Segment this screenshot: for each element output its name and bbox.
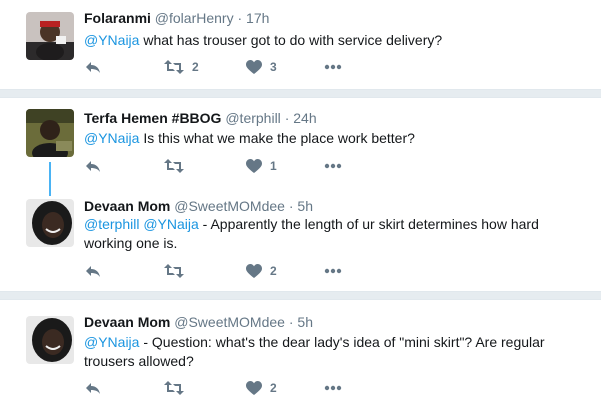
retweet-icon — [164, 264, 184, 278]
heart-icon — [246, 263, 262, 278]
timeline-separator — [0, 89, 601, 98]
tweet-header: Devaan Mom @SweetMOMdee · 5h — [84, 198, 313, 214]
timestamp[interactable]: 17h — [246, 10, 269, 26]
mention-link[interactable]: @YNaija — [143, 216, 198, 232]
separator-dot: · — [288, 198, 294, 214]
avatar[interactable] — [26, 316, 74, 364]
tweet-text: @terphill @YNaija - Apparently the lengt… — [84, 215, 584, 253]
retweet-count: 2 — [192, 60, 199, 74]
timestamp[interactable]: 5h — [297, 198, 313, 214]
reply-button[interactable] — [84, 58, 102, 76]
tweet-text: @YNaija what has trouser got to do with … — [84, 31, 584, 50]
like-button[interactable]: 2 — [246, 262, 277, 280]
heart-icon — [246, 380, 262, 395]
heart-icon — [246, 59, 262, 74]
reply-icon — [86, 62, 100, 73]
tweet-header: Devaan Mom @SweetMOMdee · 5h — [84, 314, 313, 330]
separator-dot: · — [288, 314, 294, 330]
mention-link[interactable]: @YNaija — [84, 130, 139, 146]
tweet-header: Folaranmi @folarHenry · 17h — [84, 10, 269, 26]
retweet-button[interactable] — [164, 157, 192, 175]
display-name[interactable]: Terfa Hemen #BBOG — [84, 110, 221, 126]
more-button[interactable] — [324, 379, 342, 397]
separator-dot: · — [284, 110, 290, 126]
retweet-button[interactable] — [164, 262, 192, 280]
like-button[interactable]: 1 — [246, 157, 277, 175]
mention-link[interactable]: @YNaija — [84, 334, 139, 350]
like-button[interactable]: 2 — [246, 379, 277, 397]
user-handle[interactable]: @folarHenry — [155, 10, 234, 26]
user-handle[interactable]: @SweetMOMdee — [174, 198, 285, 214]
more-button[interactable] — [324, 157, 342, 175]
more-button[interactable] — [324, 58, 342, 76]
more-dots-icon — [324, 163, 342, 169]
more-dots-icon — [324, 268, 342, 274]
like-count: 2 — [270, 264, 277, 278]
user-handle[interactable]: @terphill — [225, 110, 280, 126]
timestamp[interactable]: 24h — [293, 110, 316, 126]
like-count: 2 — [270, 381, 277, 395]
reply-button[interactable] — [84, 157, 102, 175]
tweet[interactable]: Terfa Hemen #BBOG @terphill · 24h @YNaij… — [0, 98, 601, 190]
retweet-icon — [164, 381, 184, 395]
tweet[interactable]: Devaan Mom @SweetMOMdee · 5h @YNaija - Q… — [0, 300, 601, 408]
mention-link[interactable]: @YNaija — [84, 32, 139, 48]
tweet-body: what has trouser got to do with service … — [139, 32, 443, 48]
reply-icon — [86, 266, 100, 277]
timestamp[interactable]: 5h — [297, 314, 313, 330]
user-handle[interactable]: @SweetMOMdee — [174, 314, 285, 330]
avatar[interactable] — [26, 109, 74, 157]
more-dots-icon — [324, 385, 342, 391]
display-name[interactable]: Folaranmi — [84, 10, 151, 26]
retweet-icon — [164, 159, 184, 173]
avatar[interactable] — [26, 12, 74, 60]
reply-icon — [86, 161, 100, 172]
reply-button[interactable] — [84, 262, 102, 280]
heart-icon — [246, 158, 262, 173]
tweet-body: - Question: what's the dear lady's idea … — [84, 334, 545, 369]
tweet[interactable]: Folaranmi @folarHenry · 17h @YNaija what… — [0, 0, 601, 89]
retweet-button[interactable]: 2 — [164, 58, 199, 76]
timeline-separator — [0, 291, 601, 300]
more-button[interactable] — [324, 262, 342, 280]
display-name[interactable]: Devaan Mom — [84, 314, 170, 330]
like-count: 1 — [270, 159, 277, 173]
mention-link[interactable]: @terphill — [84, 216, 139, 232]
reply-icon — [86, 383, 100, 394]
like-button[interactable]: 3 — [246, 58, 277, 76]
separator-dot: · — [237, 10, 243, 26]
retweet-icon — [164, 60, 184, 74]
avatar[interactable] — [26, 199, 74, 247]
more-dots-icon — [324, 64, 342, 70]
display-name[interactable]: Devaan Mom — [84, 198, 170, 214]
tweet-text: @YNaija Is this what we make the place w… — [84, 129, 584, 148]
tweet-text: @YNaija - Question: what's the dear lady… — [84, 333, 574, 371]
retweet-button[interactable] — [164, 379, 192, 397]
tweet[interactable]: Devaan Mom @SweetMOMdee · 5h @terphill @… — [0, 190, 601, 291]
reply-button[interactable] — [84, 379, 102, 397]
like-count: 3 — [270, 60, 277, 74]
tweet-body: Is this what we make the place work bett… — [139, 130, 415, 146]
tweet-header: Terfa Hemen #BBOG @terphill · 24h — [84, 110, 317, 126]
